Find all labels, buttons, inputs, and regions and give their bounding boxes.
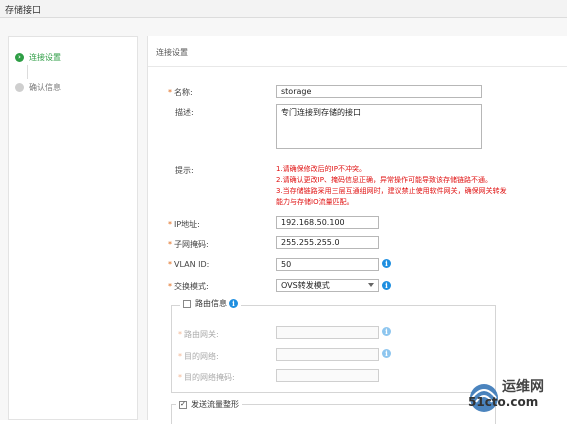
- route-info-checkbox[interactable]: [183, 299, 191, 308]
- watermark-text: 运维网: [502, 379, 544, 395]
- tip-line: 1.请确保修改后的IP不冲突。: [276, 165, 366, 173]
- info-icon[interactable]: i: [229, 299, 238, 308]
- traffic-shaping-legend: ✓ 发送流量整形: [176, 399, 242, 410]
- route-info-legend: 路由信息 i: [180, 298, 241, 309]
- info-icon[interactable]: i: [382, 259, 391, 268]
- arrow-right-icon: ›: [15, 52, 24, 62]
- tip-line: 能力与存储IO流量匹配。: [276, 198, 354, 206]
- description-label: 描述:: [175, 108, 194, 117]
- required-marker: *: [178, 330, 182, 339]
- required-marker: *: [168, 88, 172, 97]
- route-info-label: 路由信息: [195, 299, 227, 308]
- route-gateway-label: * 路由网关:: [178, 330, 219, 339]
- section-title: 连接设置: [156, 48, 188, 57]
- tip-line: 2.请确认更改IP、掩码信息正确，异常操作可能导致该存储链路不通。: [276, 176, 492, 184]
- step-connection-settings[interactable]: › 连接设置: [15, 50, 61, 64]
- traffic-shaping-label: 发送流量整形: [191, 400, 239, 409]
- mask-label: * 子网掩码:: [168, 240, 209, 249]
- vlan-label: * VLAN ID:: [168, 260, 210, 269]
- required-marker: *: [178, 373, 182, 382]
- target-mask-input[interactable]: [276, 369, 379, 382]
- ip-label: * IP地址:: [168, 220, 200, 229]
- required-marker: *: [168, 282, 172, 291]
- step-dot-icon: [15, 82, 24, 92]
- name-input[interactable]: storage: [276, 85, 482, 98]
- title-bar: 存储接口: [0, 0, 567, 18]
- ip-input[interactable]: 192.168.50.100: [276, 216, 379, 229]
- section-divider: [148, 66, 567, 67]
- window-title: 存储接口: [5, 6, 42, 16]
- chevron-down-icon: [368, 283, 374, 287]
- required-marker: *: [168, 240, 172, 249]
- switch-mode-value: OVS转发模式: [281, 281, 330, 290]
- required-marker: *: [168, 220, 172, 229]
- required-marker: *: [178, 352, 182, 361]
- required-marker: *: [168, 260, 172, 269]
- name-label: * 名称:: [168, 88, 193, 97]
- switch-mode-label: * 交换模式:: [168, 282, 209, 291]
- step-label: 连接设置: [29, 52, 61, 62]
- info-icon[interactable]: i: [382, 349, 391, 358]
- target-mask-label: * 目的网络掩码:: [178, 373, 235, 382]
- tip-line: 3.当存储链路采用三层互通组网时，建议禁止使用软件网关，确保网关转发: [276, 187, 507, 195]
- traffic-shaping-checkbox[interactable]: ✓: [179, 400, 187, 409]
- vlan-input[interactable]: 50: [276, 258, 379, 271]
- mask-input[interactable]: 255.255.255.0: [276, 236, 379, 249]
- step-connector: [27, 65, 28, 79]
- step-confirm-info[interactable]: 确认信息: [15, 80, 61, 94]
- step-label: 确认信息: [29, 82, 61, 92]
- info-icon[interactable]: i: [382, 281, 391, 290]
- description-textarea[interactable]: 专门连接到存储的接口: [276, 104, 482, 149]
- tips-label: 提示:: [175, 166, 194, 175]
- switch-mode-select[interactable]: OVS转发模式: [276, 279, 379, 292]
- watermark-subtext: 51cto.com: [468, 395, 539, 409]
- info-icon[interactable]: i: [382, 327, 391, 336]
- route-gateway-input[interactable]: [276, 326, 379, 339]
- target-network-input[interactable]: [276, 348, 379, 361]
- tips-text: 1.请确保修改后的IP不冲突。 2.请确认更改IP、掩码信息正确，异常操作可能导…: [276, 164, 536, 208]
- target-network-label: * 目的网络:: [178, 352, 219, 361]
